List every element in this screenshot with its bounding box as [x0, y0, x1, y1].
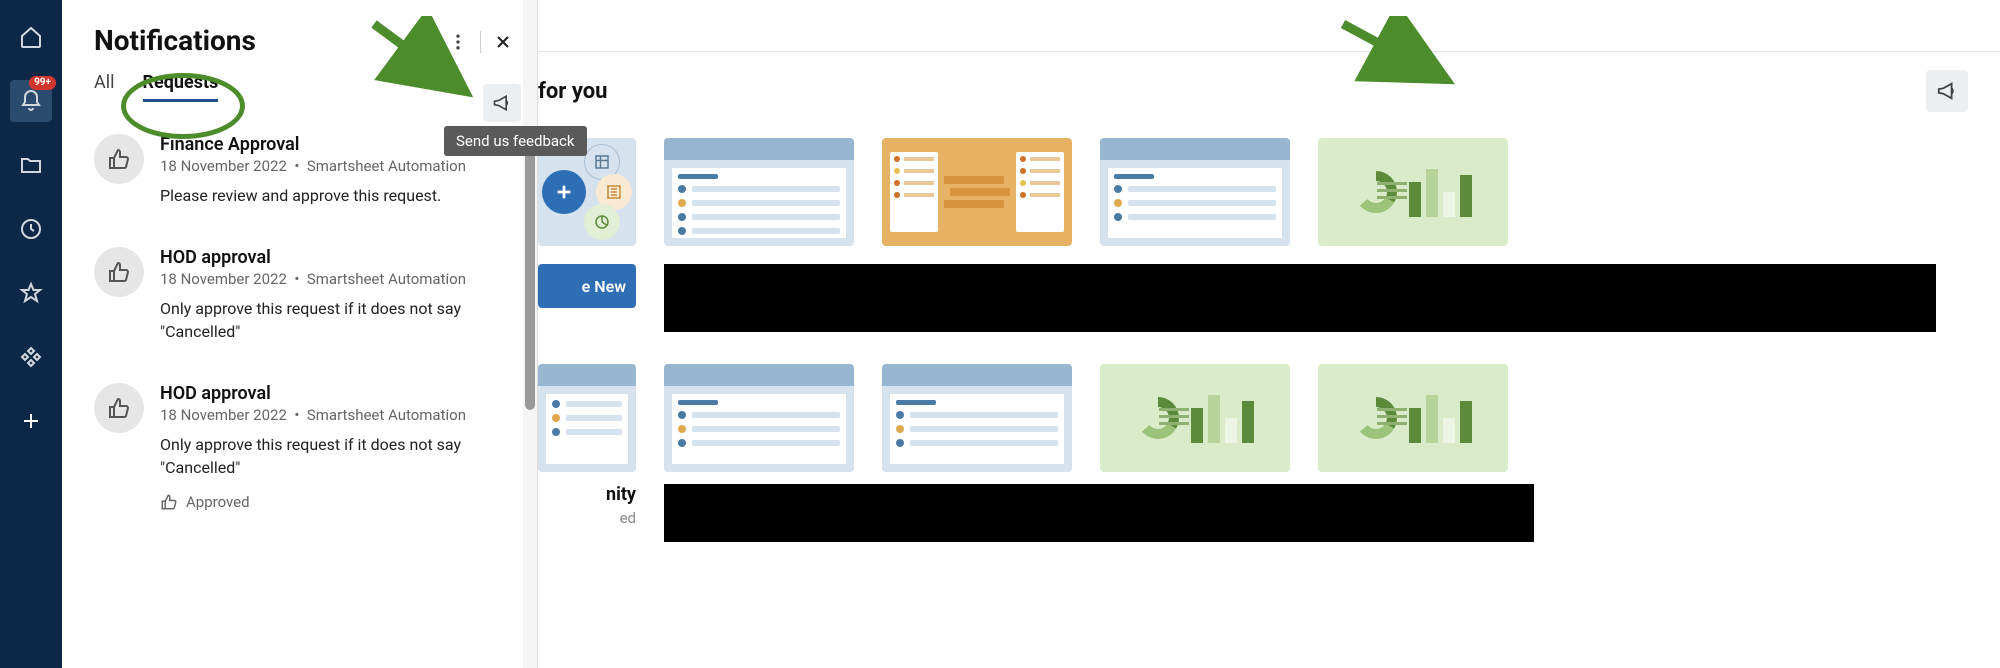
notification-avatar — [94, 247, 144, 297]
create-button-row: e New — [538, 246, 2000, 332]
scrollbar-thumb[interactable] — [525, 150, 535, 410]
main-content: for you — [538, 0, 2000, 668]
community-row: nity ed — [538, 472, 2000, 542]
notification-list[interactable]: Finance Approval 18 November 2022 • Smar… — [62, 114, 537, 668]
notification-item[interactable]: HOD approval 18 November 2022 • Smartshe… — [94, 363, 505, 531]
notification-title: HOD approval — [160, 383, 505, 404]
template-card-dashboard[interactable] — [1100, 364, 1290, 472]
plus-icon — [19, 409, 43, 433]
panel-close-button[interactable] — [485, 24, 521, 60]
notification-meta: 18 November 2022 • Smartsheet Automation — [160, 406, 505, 424]
template-card-grid[interactable] — [664, 138, 854, 246]
megaphone-icon — [1936, 80, 1958, 102]
template-card-grid[interactable] — [882, 364, 1072, 472]
thumbs-up-icon — [107, 260, 131, 284]
thumbs-up-icon — [107, 147, 131, 171]
template-card-grid[interactable] — [538, 364, 636, 472]
notifications-badge: 99+ — [29, 76, 56, 90]
bell-icon — [19, 89, 43, 113]
home-icon — [19, 25, 43, 49]
main-title-fragment: for you — [538, 79, 607, 104]
notification-meta: 18 November 2022 • Smartsheet Automation — [160, 157, 505, 175]
template-cards-row-2 — [538, 332, 2000, 472]
panel-feedback-button[interactable] — [483, 84, 521, 122]
template-card-grid[interactable] — [1100, 138, 1290, 246]
notification-title: HOD approval — [160, 247, 505, 268]
template-card-gantt[interactable] — [882, 138, 1072, 246]
nav-create[interactable] — [10, 400, 52, 442]
thumbs-up-icon — [107, 396, 131, 420]
close-icon — [493, 32, 513, 52]
nav-notifications[interactable]: 99+ — [10, 80, 52, 122]
template-card-grid[interactable] — [664, 364, 854, 472]
tab-all[interactable]: All — [94, 72, 115, 102]
clock-icon — [19, 217, 43, 241]
redacted-strip — [664, 484, 1534, 542]
panel-title: Notifications — [94, 24, 256, 57]
main-topbar — [538, 0, 2000, 52]
annotation-arrow — [366, 16, 486, 116]
nav-home[interactable] — [10, 16, 52, 58]
main-feedback-button[interactable] — [1926, 70, 1968, 112]
folder-icon — [19, 153, 43, 177]
panel-scrollbar[interactable] — [523, 0, 537, 668]
create-new-button[interactable]: e New — [538, 264, 636, 308]
nav-favorites[interactable] — [10, 272, 52, 314]
annotation-arrow — [1335, 16, 1465, 106]
notification-avatar — [94, 134, 144, 184]
thumbs-up-icon — [160, 493, 178, 511]
notification-text: Please review and approve this request. — [160, 185, 505, 207]
template-card-dashboard[interactable] — [1318, 364, 1508, 472]
community-label-fragment: nity — [538, 484, 636, 505]
notification-meta: 18 November 2022 • Smartsheet Automation — [160, 270, 505, 288]
nav-browse[interactable] — [10, 144, 52, 186]
main-header: for you — [538, 52, 2000, 130]
notification-avatar — [94, 383, 144, 433]
template-card-dashboard[interactable] — [1318, 138, 1508, 246]
notification-text: Only approve this request if it does not… — [160, 298, 505, 343]
megaphone-icon — [492, 93, 512, 113]
notification-item[interactable]: HOD approval 18 November 2022 • Smartshe… — [94, 227, 505, 363]
left-navigation: 99+ — [0, 0, 62, 668]
feedback-tooltip: Send us feedback — [444, 126, 587, 156]
star-icon — [19, 281, 43, 305]
notification-status: Approved — [160, 493, 505, 511]
tab-requests[interactable]: Requests — [143, 72, 219, 102]
truncated-text: ed — [542, 509, 636, 527]
nav-recents[interactable] — [10, 208, 52, 250]
template-cards-row-1 — [538, 130, 2000, 246]
notification-text: Only approve this request if it does not… — [160, 434, 505, 479]
apps-icon — [19, 345, 43, 369]
redacted-strip — [664, 264, 1936, 332]
nav-workapps[interactable] — [10, 336, 52, 378]
